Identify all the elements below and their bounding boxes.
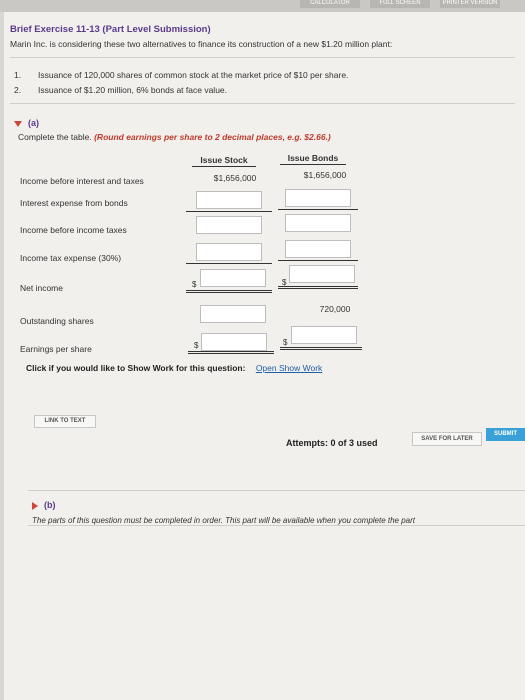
alternative-text: Issuance of 120,000 shares of common sto… <box>38 69 349 80</box>
bonds-income-before-interest: $1,656,000 <box>303 170 347 180</box>
row-outstanding-shares: Outstanding shares <box>20 316 94 326</box>
row-interest-expense: Interest expense from bonds <box>20 198 128 208</box>
bonds-income-tax-input[interactable] <box>285 240 351 258</box>
issue-stock-header: Issue Stock <box>192 155 256 167</box>
show-work-question: Click if you would like to Show Work for… <box>26 363 246 373</box>
bonds-outstanding-shares: 720,000 <box>319 304 351 314</box>
row-earnings-per-share: Earnings per share <box>20 344 92 354</box>
double-underline <box>280 347 362 350</box>
link-to-text-button[interactable]: LINK TO TEXT <box>34 415 96 428</box>
open-show-work-link[interactable]: Open Show Work <box>256 363 322 373</box>
bonds-eps-input[interactable] <box>291 326 357 344</box>
rounding-note: (Round earnings per share to 2 decimal p… <box>94 132 331 142</box>
divider <box>10 103 515 104</box>
alternative-1: 1. Issuance of 120,000 shares of common … <box>14 67 348 82</box>
stock-income-before-interest: $1,656,000 <box>213 173 257 183</box>
part-a-toggle[interactable]: (a) <box>14 118 39 128</box>
full-screen-tab[interactable]: FULL SCREEN <box>370 0 430 8</box>
dollar-sign: $ <box>194 341 199 350</box>
row-net-income: Net income <box>20 283 63 293</box>
row-income-tax-expense: Income tax expense (30%) <box>20 253 122 263</box>
bonds-income-before-taxes-input[interactable] <box>285 214 351 232</box>
instruction-text: Complete the table. <box>18 132 92 142</box>
part-b-toggle[interactable]: (b) <box>32 500 56 510</box>
underline <box>278 209 358 210</box>
divider <box>10 57 515 58</box>
stock-eps-input[interactable] <box>201 333 267 351</box>
alternative-number: 1. <box>14 69 22 80</box>
underline <box>186 211 272 212</box>
stock-income-before-taxes-input[interactable] <box>196 216 262 234</box>
alternative-2: 2. Issuance of $1.20 million, 6% bonds a… <box>14 82 348 97</box>
save-for-later-button[interactable]: SAVE FOR LATER <box>412 432 482 446</box>
exercise-description: Marin Inc. is considering these two alte… <box>10 39 393 49</box>
underline <box>186 263 272 264</box>
dollar-sign: $ <box>283 338 288 347</box>
part-b-label: (b) <box>44 500 56 510</box>
issue-bonds-header: Issue Bonds <box>280 153 346 165</box>
stock-outstanding-shares-input[interactable] <box>200 305 266 323</box>
double-underline <box>278 286 358 289</box>
alternative-text: Issuance of $1.20 million, 6% bonds at f… <box>38 84 228 95</box>
dollar-sign: $ <box>192 280 197 289</box>
alternative-number: 2. <box>14 84 22 95</box>
submit-button[interactable]: SUBMIT <box>486 428 525 441</box>
row-income-before-interest: Income before interest and taxes <box>20 176 144 186</box>
top-toolbar: CALCULATOR FULL SCREEN PRINTER VERSION <box>0 0 525 12</box>
printer-version-tab[interactable]: PRINTER VERSION <box>440 0 500 8</box>
attempts-counter: Attempts: 0 of 3 used <box>286 438 378 448</box>
part-a-label: (a) <box>28 118 39 128</box>
exercise-title: Brief Exercise 11-13 (Part Level Submiss… <box>10 24 211 35</box>
part-b-note: The parts of this question must be compl… <box>32 516 416 525</box>
stock-interest-expense-input[interactable] <box>196 191 262 209</box>
show-work-row: Click if you would like to Show Work for… <box>26 363 322 373</box>
underline <box>278 260 358 261</box>
stock-income-tax-input[interactable] <box>196 243 262 261</box>
bonds-net-income-input[interactable] <box>289 265 355 283</box>
caret-right-icon <box>32 501 38 510</box>
row-income-before-taxes: Income before income taxes <box>20 225 127 235</box>
alternatives-list: 1. Issuance of 120,000 shares of common … <box>14 67 348 97</box>
bonds-interest-expense-input[interactable] <box>285 189 351 207</box>
instruction: Complete the table. (Round earnings per … <box>18 132 331 142</box>
question-sheet <box>4 12 525 700</box>
double-underline <box>188 351 274 354</box>
caret-down-icon <box>14 120 22 127</box>
double-underline <box>186 290 272 293</box>
stock-net-income-input[interactable] <box>200 269 266 287</box>
question-header: Brief Exercise 11-13 (Part Level Submiss… <box>10 18 510 49</box>
calculator-tab[interactable]: CALCULATOR <box>300 0 360 8</box>
